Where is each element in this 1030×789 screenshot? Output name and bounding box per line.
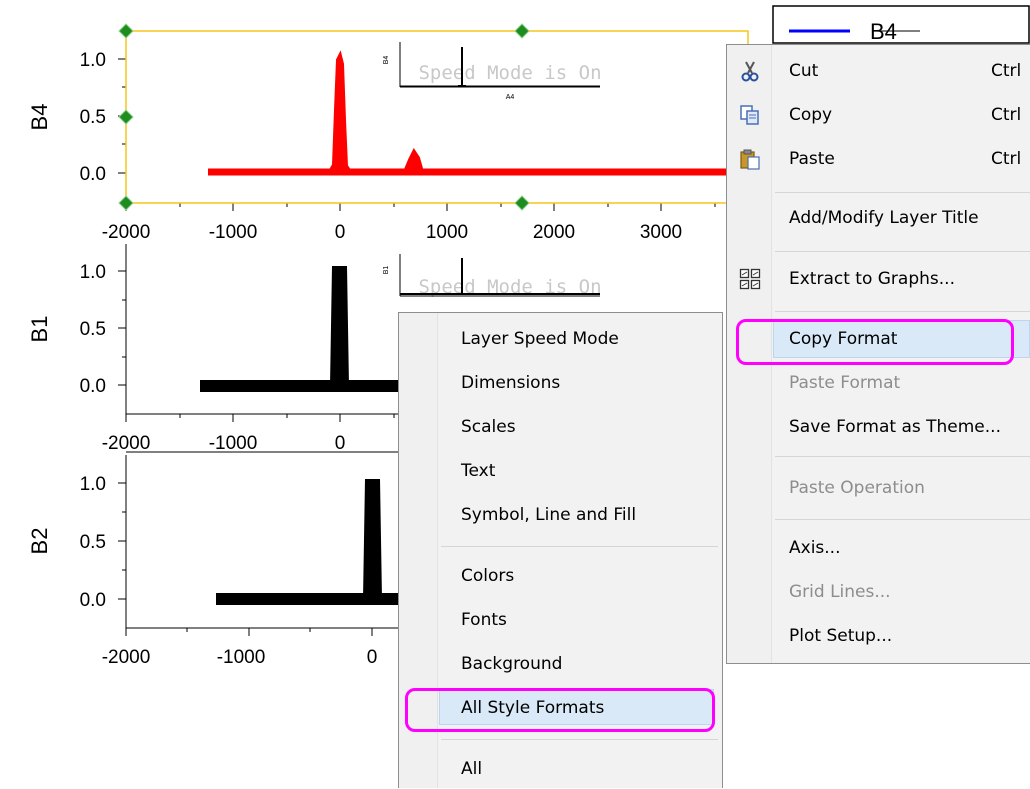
b4-xtick: 3000 bbox=[640, 222, 682, 243]
b2-ytick: 0.5 bbox=[80, 532, 106, 553]
menu-item-label: Symbol, Line and Fill bbox=[461, 505, 637, 525]
menu-item-add-modify-layer-title[interactable]: Add/Modify Layer Title bbox=[727, 198, 1030, 238]
b1-xtick: 0 bbox=[335, 433, 346, 454]
menu-separator bbox=[441, 739, 718, 740]
b4-ytick: 0.0 bbox=[80, 164, 106, 185]
layer-selection-box bbox=[125, 30, 749, 204]
menu-item-colors[interactable]: Colors bbox=[399, 556, 722, 596]
menu-item-shortcut: Ctrl bbox=[991, 105, 1022, 125]
extract-graphs-icon bbox=[739, 268, 761, 290]
b4-inset-ylabel: B4 bbox=[383, 56, 390, 65]
scissors-icon bbox=[741, 61, 759, 82]
menu-item-label: Paste Operation bbox=[789, 478, 925, 498]
menu-item-paste-operation[interactable]: Paste Operation bbox=[727, 468, 1030, 508]
menu-item-label: All bbox=[461, 759, 483, 779]
menu-item-shortcut: Ctrl bbox=[991, 61, 1022, 81]
b1-ytick: 0.0 bbox=[80, 376, 106, 397]
b1-xtick: -1000 bbox=[209, 433, 258, 454]
menu-separator bbox=[775, 192, 1030, 193]
b4-inset-xlabel: A4 bbox=[506, 94, 515, 101]
b2-y-axis-title: B2 bbox=[27, 528, 52, 555]
menu-separator bbox=[775, 311, 1030, 312]
paste-icon bbox=[740, 149, 760, 170]
menu-item-cut[interactable]: Cut Ctrl bbox=[727, 51, 1030, 91]
layer-context-menu: Cut Ctrl Copy Ctrl Paste Ctrl Add/Modify… bbox=[726, 44, 1030, 664]
b2-plot-black bbox=[216, 479, 420, 605]
menu-item-paste-format[interactable]: Paste Format bbox=[727, 363, 1030, 403]
menu-item-scales[interactable]: Scales bbox=[399, 407, 722, 447]
menu-separator bbox=[441, 546, 718, 547]
menu-item-text[interactable]: Text bbox=[399, 451, 722, 491]
menu-item-label: Scales bbox=[461, 417, 516, 437]
b1-ytick: 0.5 bbox=[80, 319, 106, 340]
menu-item-label: Cut bbox=[789, 61, 819, 81]
menu-item-symbol-line-fill[interactable]: Symbol, Line and Fill bbox=[399, 495, 722, 535]
b4-xtick: -2000 bbox=[102, 222, 151, 243]
b2-xtick: -1000 bbox=[217, 647, 266, 668]
menu-item-label: Fonts bbox=[461, 610, 507, 630]
b4-ytick: 1.0 bbox=[80, 50, 106, 71]
menu-item-label: Background bbox=[461, 654, 563, 674]
b2-xtick: 0 bbox=[367, 647, 378, 668]
b2-ytick: 0.0 bbox=[80, 590, 106, 611]
menu-item-label: Save Format as Theme... bbox=[789, 417, 1001, 437]
menu-item-label: Axis... bbox=[789, 538, 841, 558]
menu-item-label: Dimensions bbox=[461, 373, 561, 393]
annotation-highlight-ring bbox=[405, 688, 715, 732]
menu-item-all[interactable]: All bbox=[399, 749, 722, 789]
menu-separator bbox=[775, 519, 1030, 520]
menu-item-background[interactable]: Background bbox=[399, 644, 722, 684]
b1-plot-black bbox=[200, 266, 420, 392]
menu-separator bbox=[775, 251, 1030, 252]
copy-format-submenu: Layer Speed Mode Dimensions Scales Text … bbox=[398, 312, 723, 788]
annotation-highlight-ring bbox=[736, 319, 1014, 365]
menu-item-axis[interactable]: Axis... bbox=[727, 528, 1030, 568]
copy-icon bbox=[740, 105, 759, 125]
menu-item-label: Colors bbox=[461, 566, 515, 586]
menu-item-plot-setup[interactable]: Plot Setup... bbox=[727, 616, 1030, 656]
speed-mode-watermark: Speed Mode is On bbox=[418, 62, 601, 84]
b4-xtick: 0 bbox=[335, 222, 346, 243]
menu-item-save-format-as-theme[interactable]: Save Format as Theme... bbox=[727, 407, 1030, 447]
b1-inset-ylabel: B1 bbox=[383, 266, 390, 275]
menu-item-fonts[interactable]: Fonts bbox=[399, 600, 722, 640]
menu-item-label: Layer Speed Mode bbox=[461, 329, 619, 349]
b1-xtick: -2000 bbox=[102, 433, 151, 454]
menu-item-label: Plot Setup... bbox=[789, 626, 893, 646]
menu-item-label: Paste Format bbox=[789, 373, 901, 393]
menu-item-label: Paste bbox=[789, 149, 835, 169]
menu-item-copy[interactable]: Copy Ctrl bbox=[727, 95, 1030, 135]
menu-item-label: Text bbox=[461, 461, 496, 481]
b4-y-axis-title: B4 bbox=[27, 104, 52, 131]
b4-xtick: -1000 bbox=[209, 222, 258, 243]
legend[interactable]: B4 bbox=[772, 5, 1030, 44]
menu-item-extract-to-graphs[interactable]: Extract to Graphs... bbox=[727, 259, 1030, 299]
menu-item-grid-lines[interactable]: Grid Lines... bbox=[727, 572, 1030, 612]
menu-item-layer-speed-mode[interactable]: Layer Speed Mode bbox=[399, 319, 722, 359]
menu-item-label: Grid Lines... bbox=[789, 582, 891, 602]
menu-item-label: Copy bbox=[789, 105, 833, 125]
menu-item-shortcut: Ctrl bbox=[991, 149, 1022, 169]
menu-item-label: Add/Modify Layer Title bbox=[789, 208, 979, 228]
b4-ytick: 0.5 bbox=[80, 107, 106, 128]
b4-xtick: 1000 bbox=[426, 222, 468, 243]
menu-item-paste[interactable]: Paste Ctrl bbox=[727, 139, 1030, 179]
b2-xtick: -2000 bbox=[102, 647, 151, 668]
b1-ytick: 1.0 bbox=[80, 262, 106, 283]
b1-y-axis-title: B1 bbox=[27, 316, 52, 343]
b2-ytick: 1.0 bbox=[80, 474, 106, 495]
menu-separator bbox=[775, 456, 1030, 457]
menu-item-label: Extract to Graphs... bbox=[789, 269, 955, 289]
legend-box bbox=[772, 5, 1030, 44]
menu-item-dimensions[interactable]: Dimensions bbox=[399, 363, 722, 403]
b4-xtick: 2000 bbox=[533, 222, 575, 243]
